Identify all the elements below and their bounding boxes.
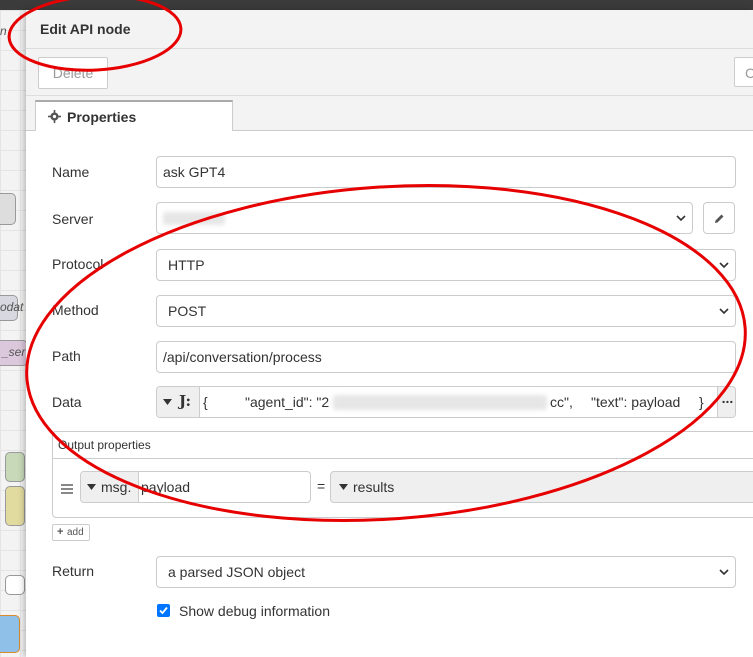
data-brace-open: { (203, 394, 208, 410)
method-value: POST (168, 303, 207, 319)
output-property-input[interactable]: msg. payload (80, 471, 311, 503)
debug-checkbox[interactable] (157, 604, 170, 617)
equals-sign: = (317, 478, 326, 494)
canvas-node[interactable] (5, 575, 25, 595)
add-label: add (67, 527, 84, 538)
edit-server-button[interactable] (703, 202, 735, 234)
redacted-server (163, 212, 225, 225)
redacted-agent-id (333, 395, 547, 410)
output-value-selector[interactable]: results (330, 471, 753, 503)
msg-prefix-label: msg. (101, 479, 132, 495)
return-label: Return (52, 563, 95, 579)
method-label: Method (52, 302, 99, 318)
data-label: Data (52, 394, 82, 410)
protocol-label: Protocol (52, 256, 104, 272)
canvas-node-fragment: n (0, 24, 7, 38)
server-label: Server (52, 211, 94, 227)
flow-canvas[interactable]: n odat _ser (0, 10, 28, 657)
canvas-node[interactable] (0, 615, 20, 653)
return-value: a parsed JSON object (168, 564, 305, 580)
data-brace-close: } (699, 394, 704, 410)
canvas-node[interactable] (5, 486, 25, 526)
canvas-node[interactable] (5, 452, 25, 482)
data-text-pair: "text": payload (591, 394, 681, 410)
caret-down-icon (339, 484, 348, 490)
output-properties-title: Output properties (58, 438, 151, 452)
edit-tray: Edit API node Delete C Properties Name a… (26, 10, 753, 657)
tab-label: Properties (67, 109, 137, 125)
chevron-down-icon (719, 569, 729, 576)
method-select[interactable]: POST (156, 295, 736, 327)
json-type-icon: J: (179, 392, 192, 410)
dialog-title: Edit API node (40, 21, 131, 37)
path-input[interactable]: /api/conversation/process (156, 341, 736, 373)
path-value: /api/conversation/process (163, 349, 322, 365)
type-selector[interactable]: J: (157, 387, 200, 417)
delete-button[interactable]: Delete (38, 57, 108, 89)
tray-toolbar: Delete C (26, 49, 753, 96)
canvas-node-fragment: odat (0, 300, 24, 314)
tab-bar: Properties (26, 96, 753, 131)
tab-properties[interactable]: Properties (35, 100, 233, 131)
canvas-node[interactable] (0, 193, 16, 225)
caret-down-icon (87, 484, 96, 490)
expand-editor-button[interactable]: ... (717, 387, 735, 417)
tray-header: Edit API node (26, 10, 753, 49)
drag-handle-icon[interactable] (61, 484, 73, 494)
return-select[interactable]: a parsed JSON object (156, 556, 736, 588)
cancel-button[interactable]: C (734, 57, 753, 87)
output-properties-box: Output properties msg. payload = results (52, 431, 753, 518)
window-top-bar (0, 0, 753, 10)
chevron-down-icon (719, 308, 729, 315)
plus-icon: + (57, 526, 64, 538)
protocol-select[interactable]: HTTP (156, 249, 736, 281)
add-output-button[interactable]: + add (52, 524, 90, 541)
output-property-value: payload (141, 479, 191, 495)
data-agent-key: "agent_id": "2 (245, 394, 330, 410)
name-label: Name (52, 164, 90, 180)
chevron-down-icon (676, 215, 686, 222)
output-value-label: results (353, 479, 395, 495)
debug-label: Show debug information (179, 603, 330, 619)
caret-down-icon (163, 399, 172, 405)
checkmark-icon (159, 606, 168, 615)
pencil-icon (715, 214, 724, 223)
name-input[interactable]: ask GPT4 (156, 156, 736, 188)
protocol-value: HTTP (168, 257, 205, 273)
data-input[interactable]: J: { "agent_id": "2 cc", "text": payload… (156, 386, 736, 418)
canvas-node-fragment: _ser (2, 345, 26, 359)
chevron-down-icon (719, 262, 729, 269)
data-agent-tail: cc", (550, 394, 573, 410)
gear-icon (48, 110, 61, 123)
msg-type-selector[interactable]: msg. (81, 472, 139, 502)
path-label: Path (52, 348, 81, 364)
output-properties-header: Output properties (53, 432, 753, 459)
name-value: ask GPT4 (163, 164, 226, 180)
server-select[interactable] (156, 202, 693, 234)
